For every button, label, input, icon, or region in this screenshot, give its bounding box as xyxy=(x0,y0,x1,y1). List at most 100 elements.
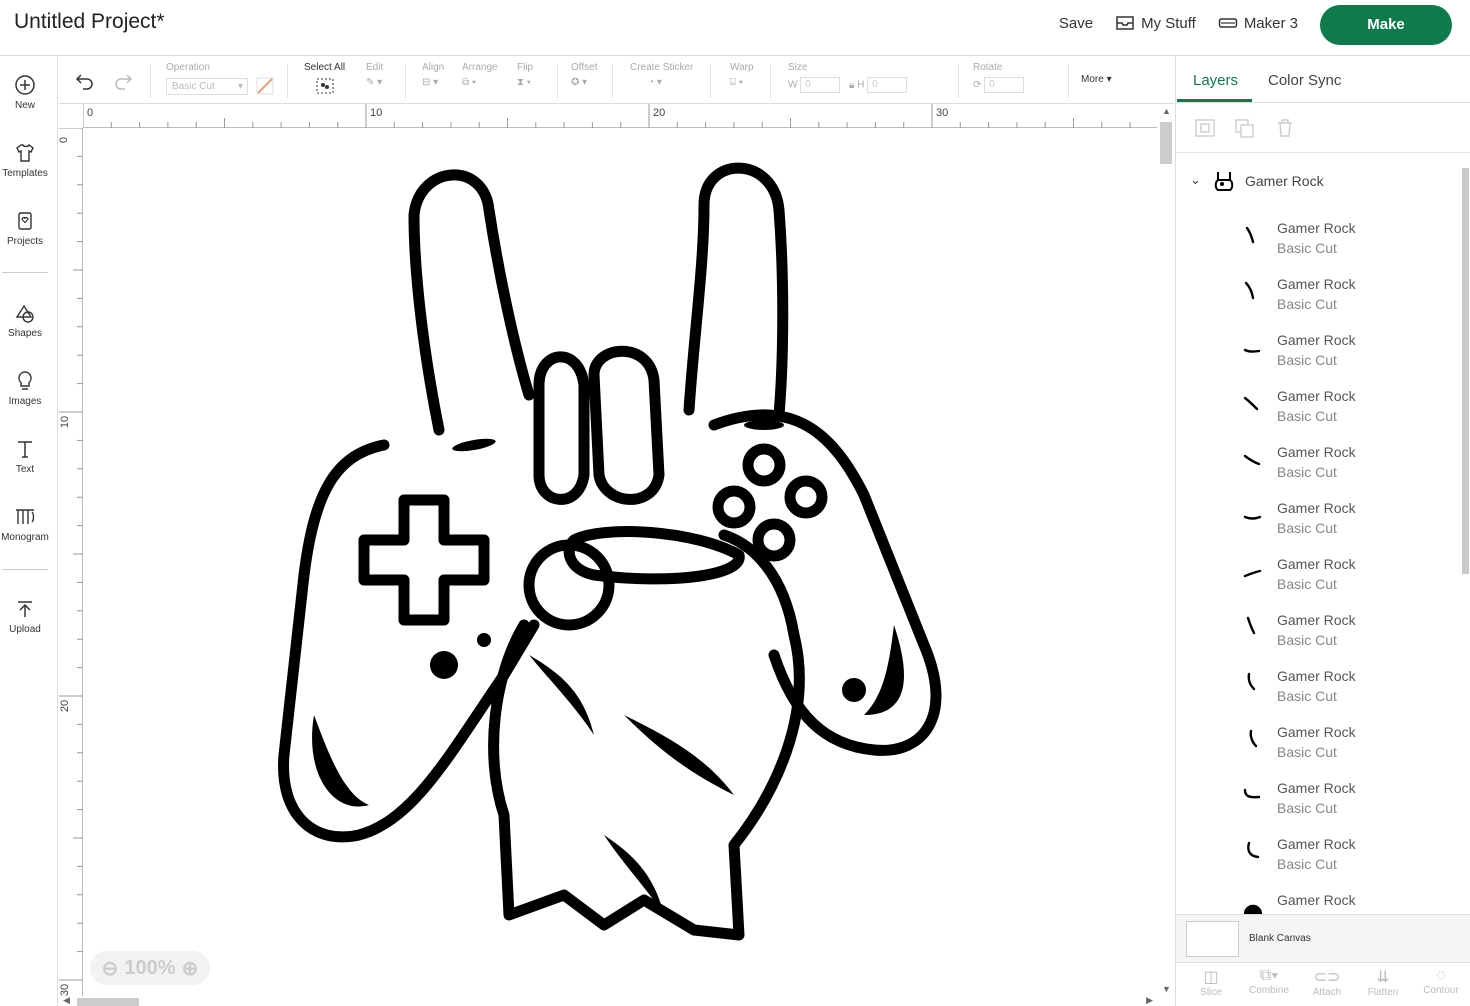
layer-row[interactable]: Gamer Rock Basic Cut xyxy=(1176,774,1456,824)
scroll-left-icon[interactable]: ◀ xyxy=(63,995,70,1006)
zoom-out-icon[interactable]: ⊖ xyxy=(102,956,119,981)
sidebar-item-monogram[interactable]: Monogram xyxy=(0,506,50,543)
chevron-down-icon[interactable]: ⌄ xyxy=(1190,172,1201,188)
scrollbar-thumb[interactable] xyxy=(1160,122,1172,164)
align-group[interactable]: Align ⊟ ▾ xyxy=(422,62,444,88)
slice-button[interactable]: ◫ Slice xyxy=(1186,967,1236,998)
scroll-up-icon[interactable]: ▲ xyxy=(1162,106,1171,116)
layer-row[interactable]: Gamer Rock Basic Cut xyxy=(1176,606,1456,656)
layer-row[interactable]: Gamer Rock Basic Cut xyxy=(1176,550,1456,600)
layer-shape-icon xyxy=(1243,396,1259,411)
layer-name: Gamer Rock xyxy=(1277,444,1356,460)
scrollbar-thumb[interactable] xyxy=(1462,168,1469,574)
tab-color-sync[interactable]: Color Sync xyxy=(1268,72,1341,89)
layer-row[interactable]: Gamer Rock xyxy=(1176,886,1456,914)
size-group: Size W 0 🔒︎ H 0 xyxy=(788,62,908,93)
layer-shape-icon xyxy=(1244,281,1255,300)
height-input[interactable]: 0 xyxy=(867,77,908,93)
select-all-button[interactable]: Select All xyxy=(304,62,345,98)
more-button[interactable]: More ▾ xyxy=(1081,74,1112,85)
arrange-icon: ⧉ ▾ xyxy=(462,77,477,88)
sidebar-item-label: Monogram xyxy=(1,532,49,543)
layer-row[interactable]: Gamer Rock Basic Cut xyxy=(1176,214,1456,264)
zoom-in-icon[interactable]: ⊕ xyxy=(182,956,199,981)
delete-icon[interactable] xyxy=(1274,118,1296,138)
gamer-rock-artwork[interactable] xyxy=(274,155,964,955)
flip-group[interactable]: Flip ⧗ ▾ xyxy=(517,62,533,88)
save-label: Save xyxy=(1058,14,1094,32)
layer-row[interactable]: Gamer Rock Basic Cut xyxy=(1176,438,1456,488)
redo-icon[interactable] xyxy=(113,72,133,90)
ruler-label: 0 xyxy=(58,136,71,144)
slice-label: Slice xyxy=(1200,987,1222,998)
duplicate-icon[interactable] xyxy=(1234,118,1256,138)
blank-canvas-row[interactable]: Blank Canvas xyxy=(1176,914,1470,962)
sidebar-item-images[interactable]: Images xyxy=(0,370,50,407)
select-all-icon xyxy=(316,78,334,94)
layer-row[interactable]: Gamer Rock Basic Cut xyxy=(1176,326,1456,376)
flatten-button[interactable]: ⇊ Flatten xyxy=(1358,967,1408,998)
layer-shape-icon xyxy=(1243,569,1262,578)
layer-row[interactable]: Gamer Rock Basic Cut xyxy=(1176,830,1456,880)
layer-group[interactable]: ⌄ Gamer Rock xyxy=(1176,168,1456,196)
left-sidebar: New Templates Projects Shapes Images Tex… xyxy=(0,56,58,1006)
create-sticker-label: Create Sticker xyxy=(630,62,694,73)
toolbar-divider xyxy=(958,64,959,98)
sidebar-item-templates[interactable]: Templates xyxy=(0,142,50,179)
sidebar-item-projects[interactable]: Projects xyxy=(0,210,50,247)
machine-label: Maker 3 xyxy=(1243,14,1298,32)
warp-label: Warp xyxy=(730,62,754,73)
sidebar-item-label: Images xyxy=(8,396,42,407)
canvas-swatch[interactable] xyxy=(1186,921,1239,957)
undo-icon[interactable] xyxy=(75,72,95,90)
width-input[interactable]: 0 xyxy=(800,77,841,93)
sidebar-item-new[interactable]: New xyxy=(0,74,50,111)
tab-layers[interactable]: Layers xyxy=(1193,72,1238,89)
plus-circle-icon xyxy=(15,75,35,95)
machine-button[interactable]: Maker 3 xyxy=(1218,15,1298,32)
rotate-label: Rotate xyxy=(973,62,1003,73)
layer-row[interactable]: Gamer Rock Basic Cut xyxy=(1176,662,1456,712)
group-icon[interactable] xyxy=(1194,118,1216,138)
layer-row[interactable]: Gamer Rock Basic Cut xyxy=(1176,494,1456,544)
layer-row[interactable]: Gamer Rock Basic Cut xyxy=(1176,382,1456,432)
chevron-down-icon: ▾ xyxy=(1106,74,1112,85)
layer-row[interactable]: Gamer Rock Basic Cut xyxy=(1176,270,1456,320)
layer-shape-icon xyxy=(1243,515,1262,520)
attach-button[interactable]: ⊂⊃ Attach xyxy=(1302,967,1352,998)
artwork-thumbnail-icon xyxy=(1214,172,1234,191)
warp-group[interactable]: Warp ⌸ ▾ xyxy=(730,62,754,88)
save-button[interactable]: Save xyxy=(1059,15,1093,32)
scroll-right-icon[interactable]: ▶ xyxy=(1146,995,1153,1006)
layers-panel: Layers Color Sync ⌄ Gamer Rock Gamer Roc… xyxy=(1175,56,1470,1006)
layer-operation: Basic Cut xyxy=(1277,352,1337,368)
sidebar-item-text[interactable]: Text xyxy=(0,438,50,475)
my-stuff-button[interactable]: My Stuff xyxy=(1115,15,1196,32)
make-button[interactable]: Make xyxy=(1320,4,1452,45)
scroll-down-icon[interactable]: ▼ xyxy=(1162,984,1171,994)
operation-select[interactable]: Basic Cut ▾ xyxy=(166,77,248,95)
horizontal-scrollbar[interactable]: ◀ ▶ xyxy=(59,995,1157,1006)
sidebar-item-upload[interactable]: Upload xyxy=(0,598,50,635)
project-title[interactable]: Untitled Project* xyxy=(14,10,165,34)
vertical-scrollbar[interactable]: ▲ ▼ xyxy=(1158,104,1174,1006)
zoom-control: ⊖ 100% ⊕ xyxy=(90,951,210,985)
arrange-group[interactable]: Arrange ⧉ ▾ xyxy=(462,62,498,88)
layer-operation: Basic Cut xyxy=(1277,464,1337,480)
offset-group[interactable]: Offset ✪ ▾ xyxy=(571,62,598,88)
no-color-swatch-icon[interactable] xyxy=(256,77,274,95)
blank-canvas-label: Blank Canvas xyxy=(1249,933,1311,944)
combine-button[interactable]: ⧉▾ Combine xyxy=(1244,967,1294,996)
design-canvas[interactable]: 0 10 20 30 0 10 20 30 ⊖ 100% ⊕ ▲ ▼ ◀ ▶ xyxy=(58,104,1174,1006)
panel-scrollbar[interactable] xyxy=(1460,154,1470,914)
contour-button[interactable]: ◌ Contour xyxy=(1416,967,1466,996)
scrollbar-thumb[interactable] xyxy=(77,998,139,1006)
edit-label: Edit xyxy=(366,62,384,73)
layer-row[interactable]: Gamer Rock Basic Cut xyxy=(1176,718,1456,768)
rotate-input[interactable]: 0 xyxy=(984,77,1025,93)
lock-icon[interactable]: 🔒︎ xyxy=(849,80,854,91)
create-sticker-group[interactable]: Create Sticker ◔ ▾ xyxy=(630,62,693,88)
sidebar-item-label: Text xyxy=(15,464,35,475)
edit-group[interactable]: Edit ✎ ▾ xyxy=(366,62,383,88)
sidebar-item-shapes[interactable]: Shapes xyxy=(0,302,50,339)
